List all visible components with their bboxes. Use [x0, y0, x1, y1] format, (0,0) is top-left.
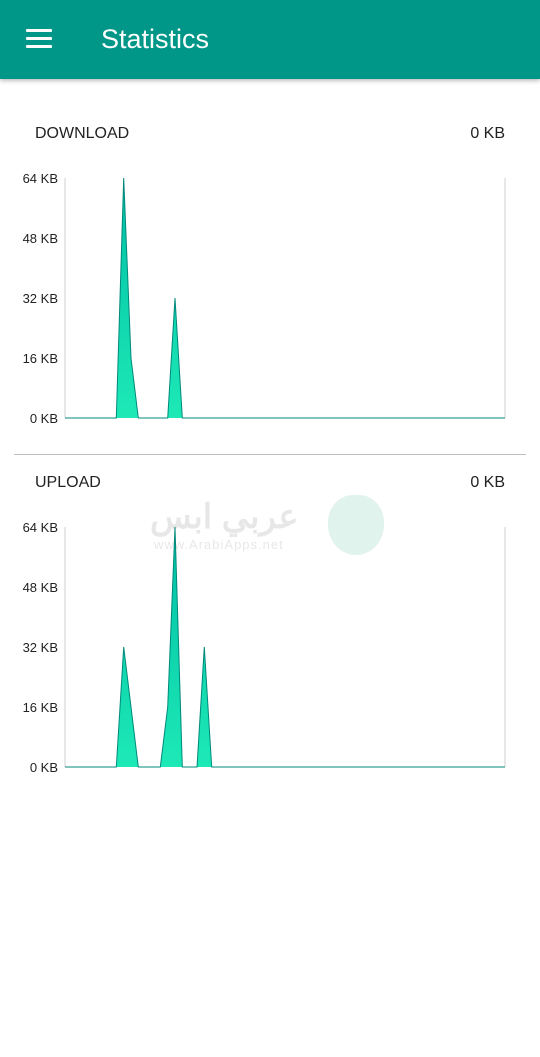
y-tick-label: 16 KB	[23, 700, 58, 715]
watermark-text: عربي ابس	[150, 498, 299, 536]
watermark: عربي ابس www.ArabiApps.net	[150, 495, 390, 565]
download-total: 0 KB	[470, 125, 505, 142]
y-tick-label: 48 KB	[23, 580, 58, 595]
watermark-logo	[328, 495, 384, 555]
y-tick-label: 64 KB	[23, 520, 58, 535]
app-bar: Statistics	[0, 0, 540, 79]
series-area	[65, 178, 505, 418]
y-tick-label: 32 KB	[23, 291, 58, 306]
section-divider	[14, 454, 526, 455]
y-tick-label: 32 KB	[23, 640, 58, 655]
y-tick-label: 0 KB	[30, 760, 58, 774]
y-tick-label: 64 KB	[23, 171, 58, 186]
page-title: Statistics	[101, 24, 210, 54]
upload-total: 0 KB	[470, 474, 505, 491]
y-tick-label: 0 KB	[30, 411, 58, 425]
download-chart: 0 KB 16 KB 32 KB 48 KB 64 KB	[23, 171, 506, 425]
download-label: DOWNLOAD	[35, 125, 130, 142]
watermark-url: www.ArabiApps.net	[154, 537, 284, 552]
upload-label: UPLOAD	[35, 474, 101, 491]
hamburger-menu-icon[interactable]	[18, 20, 60, 58]
y-tick-label: 48 KB	[23, 231, 58, 246]
y-tick-label: 16 KB	[23, 351, 58, 366]
